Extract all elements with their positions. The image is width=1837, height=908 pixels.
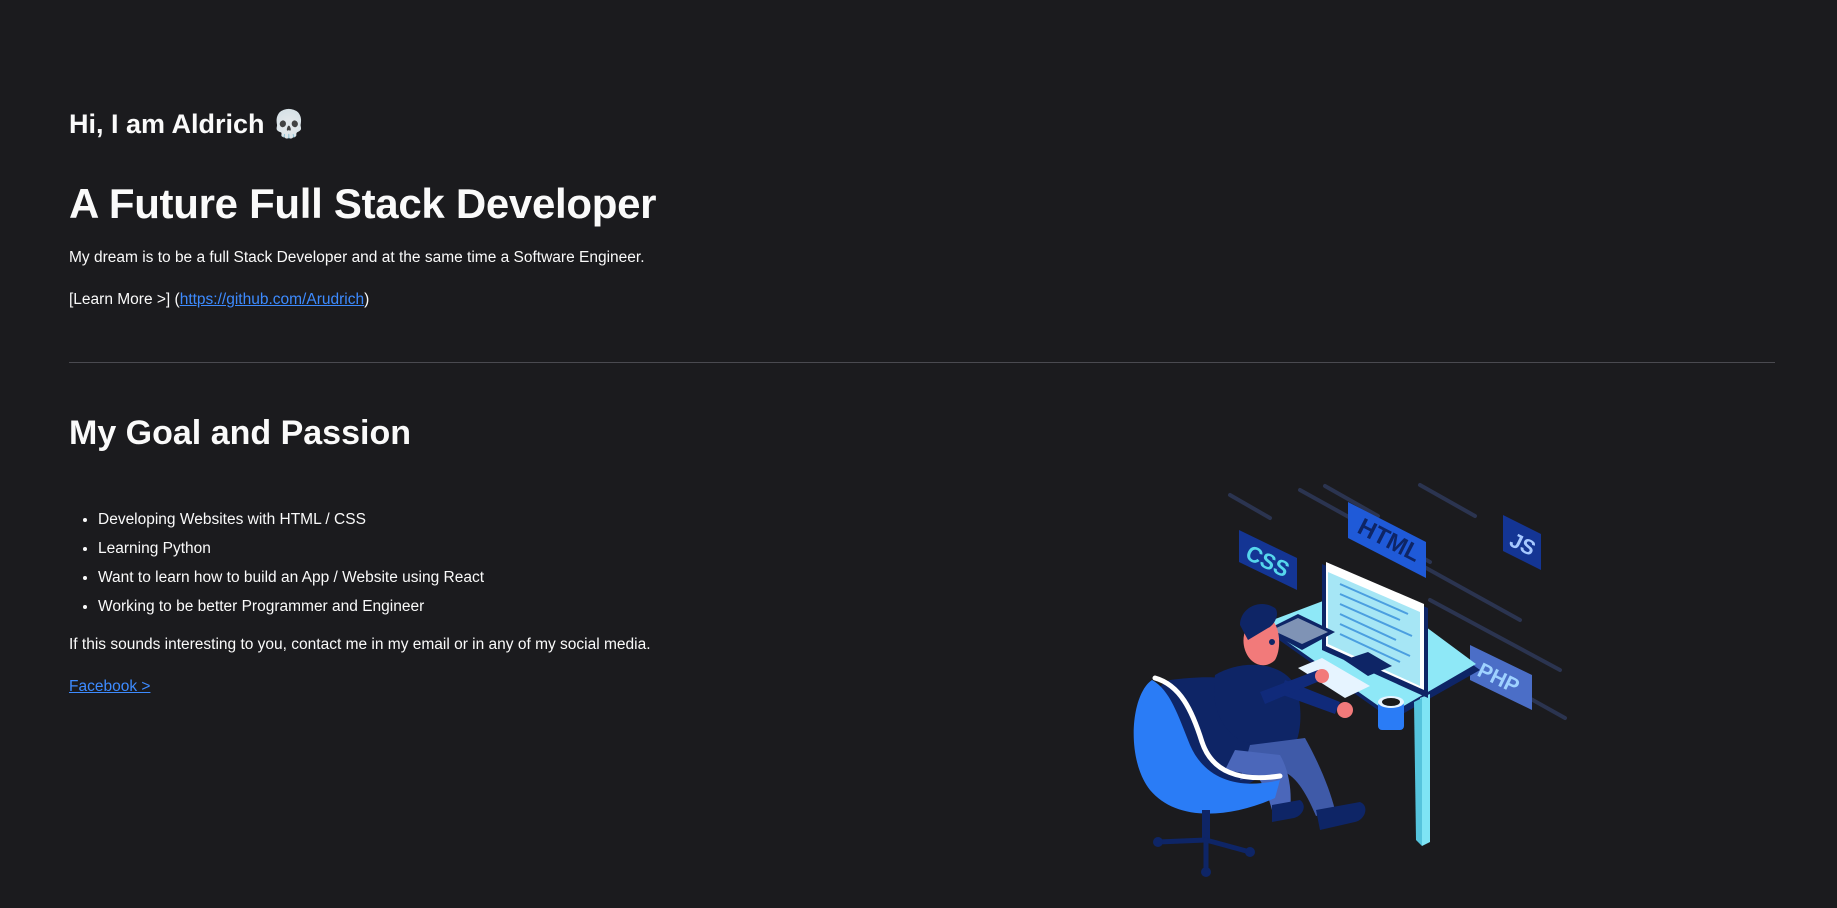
skull-icon: 💀	[272, 109, 306, 139]
greeting-heading: Hi, I am Aldrich 💀	[69, 106, 306, 142]
html-tag-label: HTML	[1353, 513, 1425, 567]
list-item: Want to learn how to build an App / Webs…	[98, 563, 484, 592]
github-link[interactable]: https://github.com/Arudrich	[180, 291, 364, 308]
dream-description: My dream is to be a full Stack Developer…	[69, 249, 645, 266]
goals-heading: My Goal and Passion	[69, 414, 411, 452]
js-tag-icon: JS	[1503, 515, 1541, 570]
coffee-cup-icon	[1378, 696, 1404, 730]
list-item: Developing Websites with HTML / CSS	[98, 505, 484, 534]
learn-more-suffix: )	[364, 291, 370, 308]
section-divider	[69, 362, 1775, 363]
greeting-text: Hi, I am Aldrich	[69, 109, 265, 139]
goals-list: Developing Websites with HTML / CSS Lear…	[69, 505, 484, 621]
page: Hi, I am Aldrich 💀 A Future Full Stack D…	[0, 0, 1837, 908]
list-item: Working to be better Programmer and Engi…	[98, 592, 484, 621]
learn-more-prefix: [Learn More >] (	[69, 291, 180, 308]
html-tag-icon: HTML	[1348, 502, 1426, 578]
facebook-link[interactable]: Facebook >	[69, 676, 150, 698]
php-tag-icon: PHP	[1470, 645, 1532, 710]
page-title: A Future Full Stack Developer	[69, 180, 657, 227]
contact-text: If this sounds interesting to you, conta…	[69, 636, 651, 653]
developer-illustration: HTML CSS JS PHP	[1133, 483, 1567, 877]
list-item: Learning Python	[98, 534, 484, 563]
css-tag-icon: CSS	[1239, 530, 1297, 590]
learn-more-line: [Learn More >] (https://github.com/Arudr…	[69, 289, 369, 311]
